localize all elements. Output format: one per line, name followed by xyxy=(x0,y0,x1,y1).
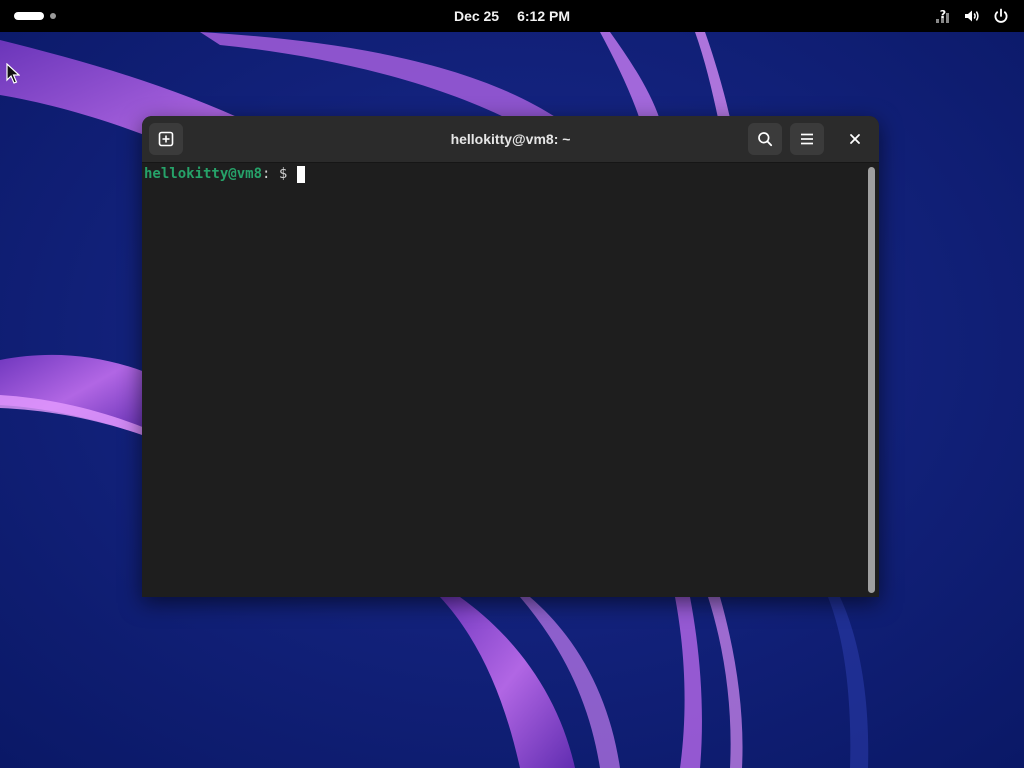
terminal-window[interactable]: hellokitty@vm8: ~ hellokitty@vm8: $ xyxy=(142,116,879,597)
terminal-output-area[interactable]: hellokitty@vm8: $ xyxy=(142,163,864,597)
new-tab-button[interactable] xyxy=(149,123,183,155)
prompt-suffix: : $ xyxy=(262,166,296,182)
search-icon xyxy=(758,132,773,147)
clock-time: 6:12 PM xyxy=(517,8,571,24)
close-button[interactable] xyxy=(839,123,871,155)
close-icon xyxy=(850,134,860,144)
activities-indicator[interactable] xyxy=(14,11,56,21)
scrollbar-thumb[interactable] xyxy=(868,167,875,593)
svg-text:?: ? xyxy=(940,8,946,21)
terminal-scrollbar[interactable] xyxy=(864,163,879,597)
terminal-headerbar[interactable]: hellokitty@vm8: ~ xyxy=(142,116,879,163)
volume-icon xyxy=(965,10,979,22)
active-workspace-indicator xyxy=(14,12,44,20)
main-menu-button[interactable] xyxy=(790,123,824,155)
network-unknown-icon: ? xyxy=(936,8,949,23)
top-bar: Dec 25 6:12 PM ? xyxy=(0,0,1024,32)
clock-button[interactable]: Dec 25 6:12 PM xyxy=(0,0,1024,32)
prompt-user-host: hellokitty@vm8 xyxy=(144,166,263,182)
power-icon xyxy=(994,8,1008,23)
clock-date: Dec 25 xyxy=(453,8,500,24)
prompt-line: hellokitty@vm8: $ xyxy=(144,165,305,183)
mouse-pointer-icon xyxy=(6,63,20,84)
workspace-dot-indicator xyxy=(50,13,56,19)
hamburger-menu-icon xyxy=(801,133,813,145)
text-cursor xyxy=(296,165,305,183)
new-tab-icon xyxy=(158,131,174,147)
search-button[interactable] xyxy=(748,123,782,155)
window-title: hellokitty@vm8: ~ xyxy=(450,131,571,147)
system-tray[interactable]: ? xyxy=(934,6,1010,26)
